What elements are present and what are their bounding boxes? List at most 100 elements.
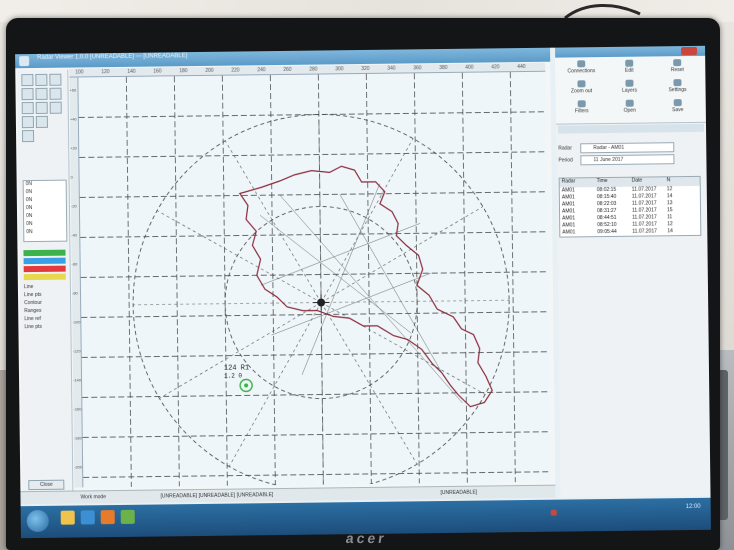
radar-map-svg[interactable]: 124 R1 1.2 0 [78, 72, 551, 491]
layers-icon [625, 79, 634, 87]
list-item[interactable]: 0N [24, 229, 66, 238]
right-panel: Connections Edit Reset Zoom out Layers S… [555, 45, 711, 498]
col-header-radar[interactable]: Radar [560, 178, 595, 187]
layer-tool-icon[interactable] [49, 87, 62, 100]
center-tool-icon[interactable] [21, 130, 35, 143]
start-button[interactable] [26, 509, 49, 533]
pointer-tool-icon[interactable] [21, 74, 34, 87]
ruler-top-tick: 280 [309, 66, 318, 73]
ruler-left-tick: +60 [69, 87, 77, 93]
ruler-left-tick: -40 [71, 232, 78, 238]
ruler-left-tick: -80 [71, 290, 78, 296]
checkbox-line-ref[interactable]: Line ref [24, 316, 41, 322]
monitor-screen: Radar Viewer 1.0.0 [UNREADABLE] — [UNREA… [15, 45, 711, 539]
status-left: Work mode [80, 494, 107, 501]
filter-label-radar: Radar [558, 145, 572, 152]
ruler-left-tick: -100 [72, 319, 81, 325]
channel-list[interactable]: 0N 0N 0N 0N 0N 0N 0N [22, 179, 68, 243]
select-tool-icon[interactable] [35, 115, 48, 128]
table-cell: 14 [667, 228, 673, 235]
app-taskbar-icon[interactable] [120, 509, 135, 524]
ruler-left-tick: +40 [69, 116, 77, 122]
target-sublabel: 1.2 0 [224, 372, 242, 379]
sub-tabs[interactable] [557, 123, 705, 134]
refresh-icon [673, 59, 682, 67]
checkbox-line-pts[interactable]: Line pts [24, 292, 42, 298]
ruler-top-tick: 100 [75, 69, 84, 76]
ruler-left-tick: -60 [71, 261, 78, 267]
ruler-top-tick: 400 [465, 64, 474, 71]
legend-green[interactable] [23, 249, 66, 257]
checkbox-contour[interactable]: Contour [24, 300, 42, 306]
checkbox-line-pts-2[interactable]: Line pts [24, 324, 42, 330]
radar-center-marker[interactable] [313, 294, 330, 311]
ruler-top-tick: 340 [387, 65, 396, 72]
window-title: Radar Viewer 1.0.0 [UNREADABLE] — [UNREA… [37, 53, 188, 61]
tool-panel: 0N 0N 0N 0N 0N 0N 0N Line Line pts Conto… [17, 69, 74, 501]
radar-map-canvas[interactable]: 124 R1 1.2 0 [78, 71, 551, 491]
pencil-icon [625, 59, 634, 67]
ruler-top-tick: 200 [205, 67, 214, 74]
status-right: [UNREADABLE] [440, 489, 478, 497]
filter-label-period: Period [558, 157, 573, 164]
filter-icon [577, 100, 586, 108]
line-tool-icon[interactable] [21, 102, 34, 115]
map-grid [78, 72, 551, 487]
taskbar-clock[interactable]: 12:00 [686, 504, 701, 510]
ribbon-btn-save[interactable]: Save [656, 98, 700, 121]
ruler-top-tick: 440 [517, 63, 526, 71]
table-cell: AM01 [562, 229, 576, 236]
period-select[interactable]: 11 June 2017 [580, 154, 675, 166]
browser-icon[interactable] [80, 510, 95, 525]
explorer-icon[interactable] [60, 510, 75, 525]
track-lines [259, 183, 463, 403]
ruler-top-tick: 140 [127, 68, 136, 75]
ribbon-btn-open[interactable]: Open [608, 98, 652, 121]
col-header-time[interactable]: Time [595, 178, 630, 187]
cable [564, 4, 641, 20]
grid-tool-icon[interactable] [35, 87, 48, 100]
target-label: 124 R1 [224, 364, 249, 372]
ruler-top-tick: 220 [231, 67, 240, 74]
ruler-top-tick: 180 [179, 68, 188, 75]
table-row[interactable]: AM01 09:05:44 11.07.2017 14 [560, 228, 700, 237]
ruler-left-tick: 0 [70, 174, 73, 180]
ruler-left-tick: -160 [73, 406, 82, 412]
erase-tool-icon[interactable] [21, 116, 34, 129]
pan-tool-icon[interactable] [49, 73, 62, 86]
table-cell: 11.07.2017 [632, 228, 657, 235]
ruler-top-tick: 240 [257, 67, 266, 74]
ruler-left-tick: -180 [73, 435, 82, 441]
text-tool-icon[interactable] [49, 101, 62, 114]
close-button[interactable]: Close [28, 479, 65, 491]
ruler-left-tick: +20 [70, 145, 78, 151]
radar-select[interactable]: Radar - AM01 [580, 142, 675, 154]
network-icon [577, 60, 586, 68]
save-icon [673, 99, 682, 107]
legend-blue[interactable] [23, 257, 66, 265]
measure-tool-icon[interactable] [21, 88, 34, 101]
ribbon-btn-filters[interactable]: Filters [560, 99, 604, 122]
checkbox-ranges[interactable]: Ranges [24, 308, 41, 314]
col-header-date[interactable]: Date [630, 177, 665, 186]
filter-section: Radar Radar - AM01 Period 11 June 2017 [558, 142, 704, 166]
gear-icon [673, 79, 682, 87]
radar-app-window: Radar Viewer 1.0.0 [UNREADABLE] — [UNREA… [15, 47, 556, 505]
legend-red[interactable] [23, 265, 66, 273]
media-icon[interactable] [100, 510, 115, 525]
app-icon [19, 56, 30, 67]
folder-icon [625, 99, 634, 107]
checkbox-line[interactable]: Line [24, 284, 34, 290]
col-header-n[interactable]: N [665, 177, 700, 186]
circle-tool-icon[interactable] [35, 101, 48, 114]
target-marker[interactable] [239, 378, 253, 393]
close-window-button[interactable] [681, 46, 698, 56]
tray-red-icon[interactable] [550, 509, 557, 516]
ruler-top-tick: 160 [153, 68, 162, 75]
ruler-top-tick: 380 [439, 64, 448, 72]
zoom-tool-icon[interactable] [35, 73, 48, 86]
ruler-top-tick: 120 [101, 69, 110, 76]
ruler-top-tick: 360 [413, 65, 422, 72]
legend-yellow[interactable] [23, 273, 66, 281]
border-contour [238, 165, 493, 408]
